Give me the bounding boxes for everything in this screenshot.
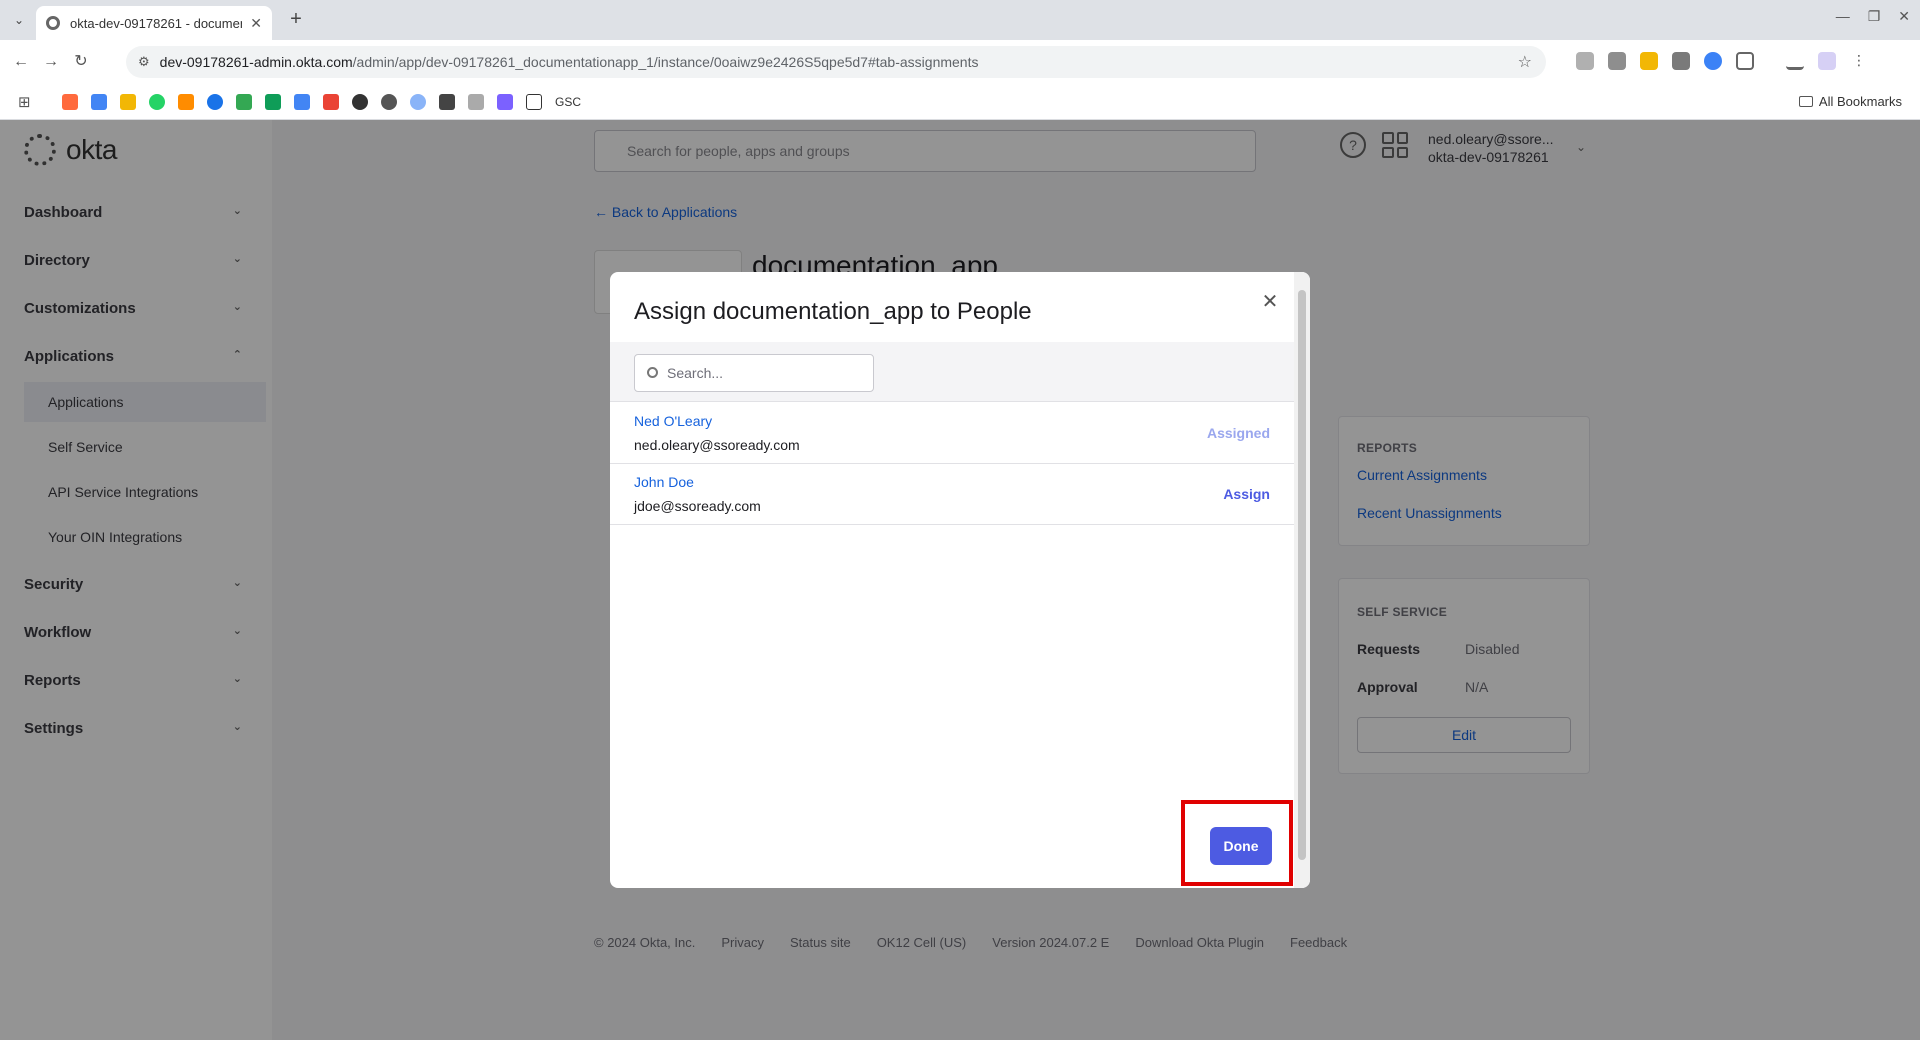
url-text: dev-09178261-admin.okta.com/admin/app/de… [160,54,979,70]
docs-bookmark-icon[interactable] [294,94,310,110]
window-close-icon[interactable]: ✕ [1898,8,1910,25]
extension-icon[interactable] [1704,52,1722,70]
browser-toolbar: ← → ↻ ⚙ dev-09178261-admin.okta.com/admi… [0,40,1920,84]
gmail-bookmark-icon[interactable] [323,94,339,110]
done-highlight-box [1181,800,1293,886]
window-controls: — ❐ ✕ [1836,8,1910,25]
modal-search-placeholder: Search... [667,365,724,381]
profile-icon[interactable] [1818,52,1836,70]
new-tab-plus-icon[interactable]: + [284,8,308,32]
extension-icon[interactable] [1608,52,1626,70]
sheets-bookmark-icon[interactable] [265,94,281,110]
tab-title: okta-dev-09178261 - documentation [70,15,242,31]
folder-icon [1798,96,1813,107]
bookmark-star-icon[interactable]: ☆ [1518,52,1532,72]
bookmark-icon[interactable] [62,94,78,110]
menu-kebab-icon[interactable]: ⋮ [1850,52,1868,70]
scrollbar-thumb[interactable] [1298,290,1306,860]
person-name[interactable]: John Doe [634,474,694,490]
puzzle-extensions-icon[interactable] [1736,52,1754,70]
bookmarks-list: GSC [62,94,581,110]
bookmark-icon[interactable] [149,94,165,110]
restore-icon[interactable]: ❐ [1868,8,1881,25]
address-bar[interactable]: ⚙ dev-09178261-admin.okta.com/admin/app/… [126,46,1546,78]
person-row: Ned O'Leary ned.oleary@ssoready.com Assi… [610,403,1294,464]
person-name[interactable]: Ned O'Leary [634,413,712,429]
assign-people-modal: Assign documentation_app to People ✕ Sea… [610,272,1310,888]
extension-icon[interactable] [1672,52,1690,70]
bookmark-icon[interactable] [439,94,455,110]
notion-bookmark-icon[interactable] [526,94,542,110]
forward-arrow-icon[interactable]: → [40,51,62,73]
modal-search-input[interactable]: Search... [634,354,874,392]
bookmark-icon[interactable] [178,94,194,110]
reload-icon[interactable]: ↻ [70,51,92,73]
assign-button[interactable]: Assign [1223,486,1270,502]
minimize-icon[interactable]: — [1836,8,1850,25]
modal-search-area: Search... [610,342,1294,402]
github-bookmark-icon[interactable] [352,94,368,110]
site-settings-icon[interactable]: ⚙ [138,54,150,70]
person-row: John Doe jdoe@ssoready.com Assign [610,464,1294,525]
bookmark-icon[interactable] [468,94,484,110]
extension-icon[interactable] [1576,52,1594,70]
browser-tab-bar: ⌄ okta-dev-09178261 - documentation ✕ + … [0,0,1920,40]
modal-scrollbar[interactable] [1294,272,1310,888]
apps-grid-icon[interactable]: ⊞ [18,93,31,111]
tab-close-icon[interactable]: ✕ [250,15,262,32]
url-path: /admin/app/dev-09178261_documentationapp… [352,54,979,70]
search-icon [647,367,658,378]
person-email: ned.oleary@ssoready.com [634,437,800,453]
bookmark-icon[interactable] [207,94,223,110]
person-email: jdoe@ssoready.com [634,498,761,514]
browser-tab-active[interactable]: okta-dev-09178261 - documentation ✕ [36,6,272,40]
extensions-bar: ⋮ [1576,52,1868,70]
all-bookmarks-button[interactable]: All Bookmarks [1798,94,1902,109]
bookmark-icon[interactable] [381,94,397,110]
bookmark-icon[interactable] [410,94,426,110]
extension-icon[interactable] [1640,52,1658,70]
drive-bookmark-icon[interactable] [236,94,252,110]
assigned-status: Assigned [1206,425,1270,441]
bookmark-icon[interactable] [120,94,136,110]
all-bookmarks-label: All Bookmarks [1818,94,1902,109]
modal-title: Assign documentation_app to People [634,298,1032,325]
back-arrow-icon[interactable]: ← [10,51,32,73]
modal-close-icon[interactable]: ✕ [1258,290,1282,314]
okta-favicon-icon [46,16,60,30]
bookmark-gsc[interactable]: GSC [555,95,581,109]
bookmark-icon[interactable] [497,94,513,110]
url-host: dev-09178261-admin.okta.com [159,54,353,70]
download-icon[interactable] [1786,52,1804,70]
tab-list-chevron-icon[interactable]: ⌄ [8,9,30,31]
bookmark-icon[interactable] [91,94,107,110]
bookmarks-bar: ⊞ GSC All Bookmarks [0,84,1920,120]
